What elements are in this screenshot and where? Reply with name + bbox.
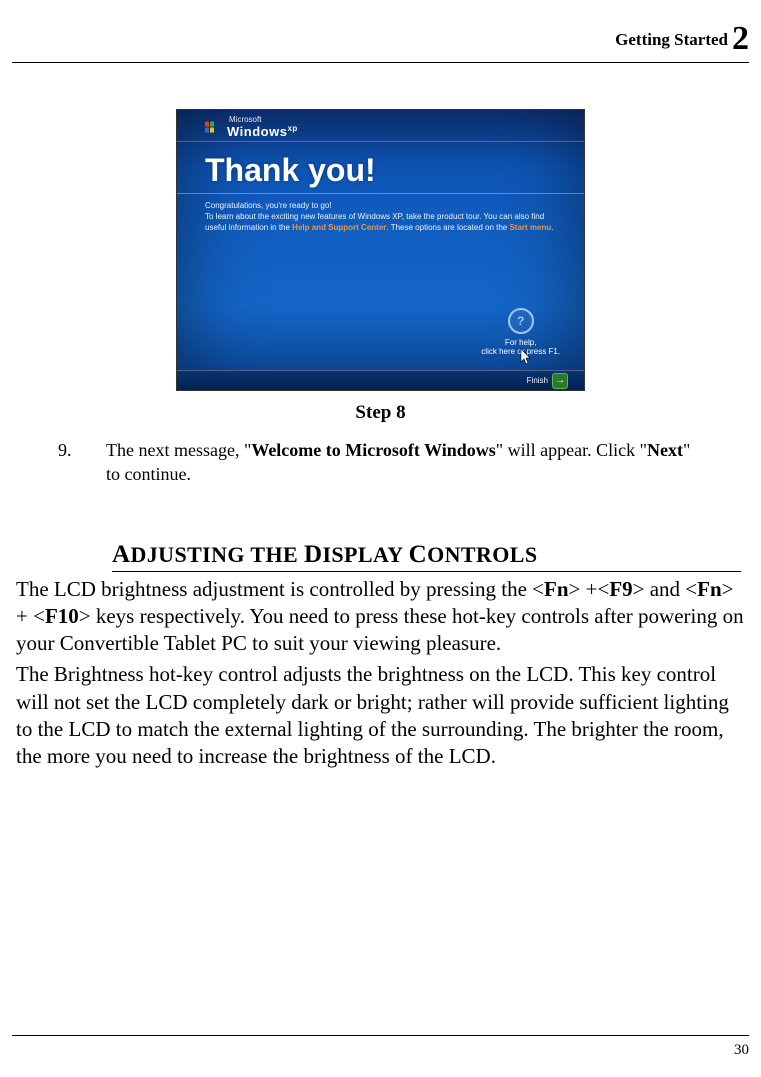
screenshot-figure: Microsoft Windowsxp Thank you! Congratul… xyxy=(12,109,749,424)
brand-text: Microsoft Windowsxp xyxy=(227,116,298,139)
finish-arrow-icon: → xyxy=(552,373,568,389)
windows-setup-screenshot: Microsoft Windowsxp Thank you! Congratul… xyxy=(176,109,585,391)
finish-label: Finish xyxy=(527,376,548,385)
wizard-bottom-bar: Finish → xyxy=(177,370,584,390)
step-9-item: 9. The next message, "Welcome to Microso… xyxy=(58,438,703,487)
windows-flag-icon xyxy=(205,121,221,135)
page-footer: 30 xyxy=(12,1035,749,1077)
list-number: 9. xyxy=(58,438,106,487)
page-header: Getting Started 2 xyxy=(12,20,749,63)
figure-caption: Step 8 xyxy=(12,402,749,424)
paragraph-1: The LCD brightness adjustment is control… xyxy=(16,576,745,658)
cursor-icon xyxy=(520,348,532,366)
thank-you-heading: Thank you! xyxy=(177,142,584,194)
congrats-text: Congratulations, you're ready to go! To … xyxy=(177,194,584,234)
page-number: 30 xyxy=(734,1042,749,1058)
help-icon: ? xyxy=(508,308,534,334)
chapter-number: 2 xyxy=(732,20,749,57)
paragraph-2: The Brightness hot-key control adjusts t… xyxy=(16,661,745,770)
header-title: Getting Started xyxy=(615,30,728,49)
section-heading: ADJUSTING THE DISPLAY CONTROLS xyxy=(112,541,741,572)
step-9-text: The next message, "Welcome to Microsoft … xyxy=(106,438,703,487)
